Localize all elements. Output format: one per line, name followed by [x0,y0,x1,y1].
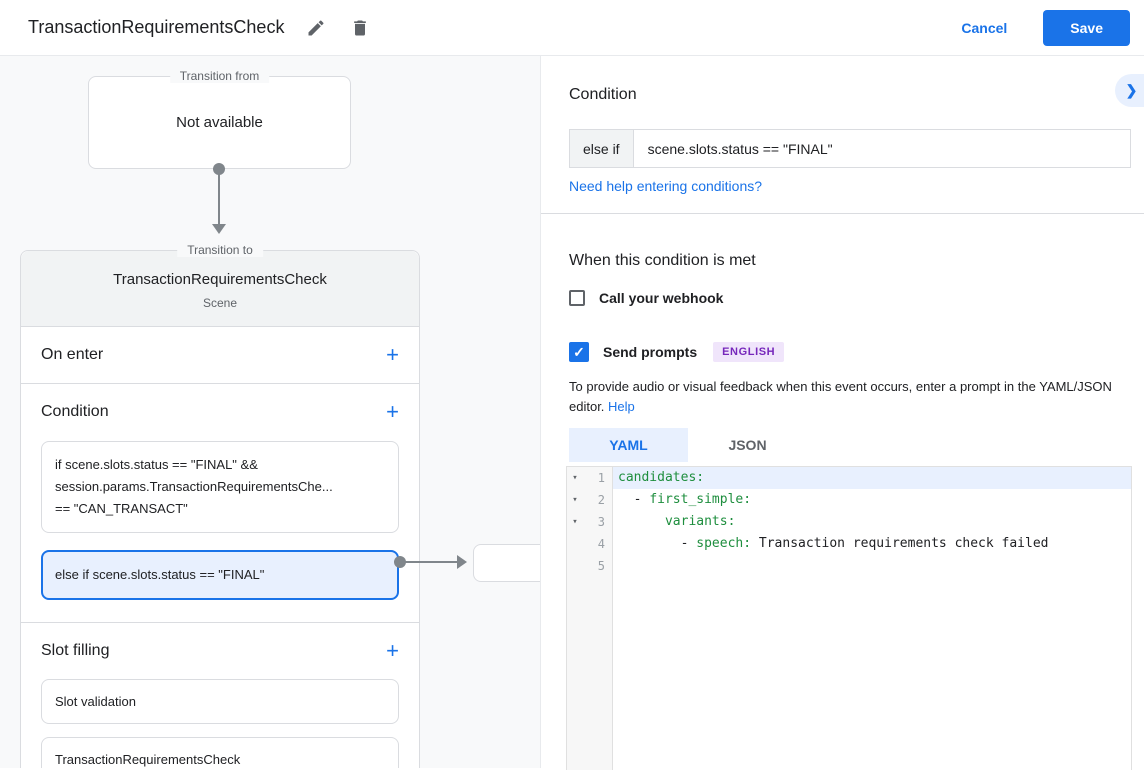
slot-filling-label: Slot filling [41,642,109,660]
gutter-row: ▾ 3 [567,511,612,533]
cancel-button[interactable]: Cancel [961,20,1007,36]
line-number: 4 [583,537,612,551]
scene-flow-canvas: Transition from Not available Transition… [0,56,540,768]
add-on-enter-icon[interactable]: + [386,345,399,365]
condition-panel-heading: Condition [569,86,637,104]
top-bar: TransactionRequirementsCheck Cancel Save [0,0,1144,56]
code-line: - first_simple: [613,489,1131,511]
prompts-help-link[interactable]: Help [608,399,635,414]
yaml-key: candidates: [618,470,704,485]
code-line: - speech: Transaction requirements check… [613,533,1131,555]
code-line [613,555,1131,577]
line-number: 1 [583,471,612,485]
tab-json[interactable]: JSON [688,428,807,462]
yaml-key: first_simple: [649,492,751,507]
page-title: TransactionRequirementsCheck [28,17,284,38]
transition-from-content: Not available [176,114,263,131]
condition-editor-panel: Condition ❯ else if Need help entering c… [540,56,1144,768]
language-badge: ENGLISH [713,342,784,362]
code-line: variants: [613,511,1131,533]
prompts-description: To provide audio or visual feedback when… [569,377,1141,417]
fold-arrow-icon[interactable]: ▾ [567,517,583,527]
prompts-description-text: To provide audio or visual feedback when… [569,379,1112,414]
code-line: candidates: [613,467,1131,489]
line-number: 2 [583,493,612,507]
code-text: - [618,536,696,551]
yaml-key: speech: [696,536,751,551]
editor-gutter: ▾ 1 ▾ 2 ▾ 3 4 5 [567,467,613,770]
condition-card-else-if-selected[interactable]: else if scene.slots.status == "FINAL" [41,550,399,600]
condition-card-if[interactable]: if scene.slots.status == "FINAL" && sess… [41,441,399,533]
code-text: - [618,492,649,507]
checkmark-icon: ✓ [573,344,585,361]
collapse-panel-button[interactable]: ❯ [1115,74,1144,107]
transition-from-label: Transition from [170,69,270,83]
yaml-value: Transaction requirements check failed [751,536,1048,551]
tab-yaml[interactable]: YAML [569,428,688,462]
scene-type: Scene [21,296,419,310]
transition-to-node: Transition to TransactionRequirementsChe… [20,250,420,768]
gutter-row: ▾ 1 [567,467,612,489]
call-webhook-label: Call your webhook [599,290,723,306]
transition-to-label: Transition to [177,243,263,257]
send-prompts-label: Send prompts [603,344,697,360]
conditions-help-link[interactable]: Need help entering conditions? [569,178,762,194]
add-slot-icon[interactable]: + [386,641,399,661]
fold-arrow-icon[interactable]: ▾ [567,495,583,505]
connector-arrowhead-icon [212,224,226,234]
yaml-code-editor[interactable]: ▾ 1 ▾ 2 ▾ 3 4 5 candidates: - first_sim [566,466,1132,770]
transition-from-node[interactable]: Transition from Not available [88,76,351,169]
gutter-row: 5 [567,555,612,577]
condition-input-group: else if [569,129,1131,168]
connector-line [218,169,220,226]
slot-filling-section: Slot filling + Slot validation Transacti… [21,623,419,768]
gutter-row: ▾ 2 [567,489,612,511]
slot-filling-section-header: Slot filling + [21,623,419,679]
call-webhook-checkbox[interactable] [569,290,585,306]
gutter-row: 4 [567,533,612,555]
chevron-right-icon: ❯ [1126,82,1138,99]
else-if-prefix-label: else if [569,129,633,168]
slot-validation-card[interactable]: Slot validation [41,679,399,724]
edit-icon[interactable] [304,16,328,40]
code-text [618,514,665,529]
condition-connector-line [404,561,458,563]
condition-section: Condition + if scene.slots.status == "FI… [21,384,419,622]
on-enter-section: On enter + [21,327,419,383]
send-prompts-checkbox[interactable]: ✓ [569,342,589,362]
line-number: 5 [583,559,612,573]
condition-label: Condition [41,403,109,421]
on-enter-label: On enter [41,346,103,364]
editor-code-area[interactable]: candidates: - first_simple: variants: - … [613,467,1131,770]
topbar-actions: Cancel Save [961,10,1130,46]
condition-target-node[interactable] [473,544,540,582]
webhook-row: Call your webhook [569,290,723,306]
line-number: 3 [583,515,612,529]
condition-section-header: Condition + [21,384,419,440]
scene-name: TransactionRequirementsCheck [21,271,419,288]
slot-transaction-card[interactable]: TransactionRequirementsCheck [41,737,399,768]
add-condition-icon[interactable]: + [386,402,399,422]
when-met-heading: When this condition is met [569,252,756,270]
delete-icon[interactable] [348,16,372,40]
divider [541,213,1144,214]
editor-format-tabs: YAML JSON [569,428,807,462]
yaml-key: variants: [665,514,735,529]
save-button[interactable]: Save [1043,10,1130,46]
scene-card-header[interactable]: TransactionRequirementsCheck Scene [21,251,419,327]
send-prompts-row: ✓ Send prompts ENGLISH [569,342,784,362]
condition-expression-input[interactable] [633,129,1131,168]
fold-arrow-icon[interactable]: ▾ [567,473,583,483]
condition-connector-arrowhead-icon [457,555,467,569]
